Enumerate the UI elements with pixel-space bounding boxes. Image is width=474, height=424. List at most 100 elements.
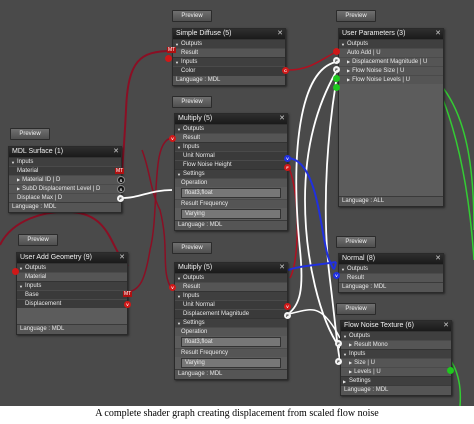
displacement-magnitude-output[interactable]: ▶ Displacement Magnitude | U — [339, 57, 443, 66]
expand-icon[interactable]: ▶ — [349, 342, 352, 347]
color-port[interactable]: C — [282, 67, 289, 74]
subd-level-port[interactable]: S — [117, 185, 125, 193]
expand-icon[interactable]: ▶ — [349, 369, 352, 374]
expand-icon[interactable]: ▶ — [347, 59, 350, 64]
outputs-section[interactable]: Outputs — [17, 263, 127, 273]
shader-graph-canvas[interactable]: Preview Preview Preview Preview Preview … — [0, 0, 474, 406]
inputs-section[interactable]: Inputs — [175, 291, 287, 301]
outputs-section[interactable]: Outputs — [339, 39, 443, 49]
displacement-input[interactable]: Displacement — [17, 299, 127, 308]
expand-icon[interactable]: ▶ — [347, 68, 350, 73]
auto-add-port[interactable] — [333, 48, 340, 55]
normal-node[interactable]: Normal (8) ✕ Outputs Result Language : MD… — [338, 253, 444, 293]
preview-button[interactable]: Preview — [172, 242, 212, 254]
expand-icon[interactable]: ▶ — [349, 360, 352, 365]
node-title[interactable]: MDL Surface (1) ✕ — [9, 147, 121, 157]
close-icon[interactable]: ✕ — [277, 29, 283, 39]
displacement-port[interactable]: V — [124, 301, 131, 308]
close-icon[interactable]: ✕ — [279, 263, 285, 273]
inputs-section[interactable]: Inputs — [175, 142, 287, 152]
material-output[interactable]: Material — [17, 272, 127, 281]
flow-noise-size-output[interactable]: ▶ Flow Noise Size | U — [339, 66, 443, 75]
flow-noise-levels-output[interactable]: ▶ Flow Noise Levels | U — [339, 75, 443, 84]
preview-button[interactable]: Preview — [172, 10, 212, 22]
unit-normal-port[interactable]: V — [284, 303, 291, 310]
operation-dropdown[interactable]: float3,float — [181, 188, 281, 198]
node-title[interactable]: User Parameters (3) ✕ — [339, 29, 443, 39]
size-port[interactable]: F — [335, 358, 342, 365]
preview-button[interactable]: Preview — [336, 303, 376, 315]
preview-button[interactable]: Preview — [336, 236, 376, 248]
node-title[interactable]: Simple Diffuse (5) ✕ — [173, 29, 285, 39]
unit-normal-input[interactable]: Unit Normal — [175, 300, 287, 309]
user-add-geometry-node[interactable]: User Add Geometry (9)✕ Outputs Material … — [16, 252, 128, 335]
base-input[interactable]: Base — [17, 290, 127, 299]
close-icon[interactable]: ✕ — [443, 321, 449, 331]
close-icon[interactable]: ✕ — [119, 253, 125, 263]
inputs-section[interactable]: Inputs — [9, 157, 121, 167]
node-title[interactable]: Normal (8) ✕ — [339, 254, 443, 264]
outputs-section[interactable]: Outputs — [175, 273, 287, 283]
result-frequency-dropdown[interactable]: Varying — [181, 358, 281, 368]
outputs-section[interactable]: Outputs — [341, 331, 451, 341]
expand-icon[interactable]: ▶ — [347, 77, 350, 82]
result-mono-output[interactable]: ▶ Result Mono — [341, 340, 451, 349]
auto-add-output[interactable]: Auto Add | U — [339, 48, 443, 57]
expand-icon[interactable]: ▶ — [17, 186, 20, 191]
node-title[interactable]: Multiply (5) ✕ — [175, 263, 287, 273]
multiply-node[interactable]: Multiply (5) ✕ Outputs Result Inputs Unit… — [174, 262, 288, 380]
simple-diffuse-node[interactable]: Simple Diffuse (5) ✕ Outputs Result Input… — [172, 28, 286, 86]
result-mono-port[interactable]: F — [335, 340, 342, 347]
inputs-section[interactable]: Inputs — [17, 281, 127, 291]
close-icon[interactable]: ✕ — [435, 29, 441, 39]
user-parameters-node[interactable]: User Parameters (3) ✕ Outputs Auto Add | … — [338, 28, 444, 207]
size-input[interactable]: ▶ Size | U — [341, 358, 451, 367]
node-title[interactable]: Flow Noise Texture (6) ✕ — [341, 321, 451, 331]
node-title[interactable]: User Add Geometry (9) ✕ — [17, 253, 127, 263]
result-port[interactable]: V — [169, 135, 176, 142]
inputs-section[interactable]: Inputs — [341, 349, 451, 359]
settings-section[interactable]: Settings — [175, 169, 287, 179]
unit-normal-input[interactable]: Unit Normal — [175, 151, 287, 160]
outputs-section[interactable]: Outputs — [173, 39, 285, 49]
color-input[interactable]: Color — [173, 66, 285, 75]
settings-section[interactable]: Settings — [341, 376, 451, 386]
displacement-magnitude-port[interactable]: F — [284, 312, 291, 319]
material-id-port[interactable]: S — [117, 176, 125, 184]
operation-dropdown[interactable]: float3,float — [181, 337, 281, 347]
result-output[interactable]: Result — [339, 273, 443, 282]
close-icon[interactable]: ✕ — [279, 114, 285, 124]
flow-noise-levels-out-port[interactable] — [333, 84, 340, 91]
multiply-node[interactable]: Multiply (5) ✕ Outputs Result Inputs Unit… — [174, 113, 288, 231]
subd-displacement-level-input[interactable]: ▶ SubD Displacement Level | D — [9, 184, 121, 193]
result-port[interactable]: V — [169, 284, 176, 291]
preview-button[interactable]: Preview — [18, 234, 58, 246]
base-port[interactable] — [12, 268, 19, 275]
settings-section[interactable]: Settings — [175, 318, 287, 328]
expand-icon[interactable]: ▶ — [17, 177, 20, 182]
normal-result-port[interactable]: V — [333, 272, 340, 279]
material-input[interactable]: Material — [9, 166, 121, 175]
inputs-section[interactable]: Inputs — [173, 57, 285, 67]
result-output[interactable]: Result — [175, 133, 287, 142]
flow-noise-texture-node[interactable]: Flow Noise Texture (6)✕ Outputs ▶Result … — [340, 320, 452, 396]
result-port[interactable] — [165, 55, 172, 62]
displacement-magnitude-input[interactable]: Displacement Magnitude — [175, 309, 287, 318]
displacement-magnitude-port[interactable]: F — [333, 57, 340, 64]
displace-max-port[interactable]: F — [117, 195, 124, 202]
levels-port[interactable] — [447, 367, 454, 374]
result-output[interactable]: Result — [175, 282, 287, 291]
material-id-input[interactable]: ▶ Material ID | D — [9, 175, 121, 184]
preview-button[interactable]: Preview — [10, 128, 50, 140]
mdl-surface-node[interactable]: MDL Surface (1) ✕ Inputs Material ▶Materi… — [8, 146, 122, 213]
outputs-section[interactable]: Outputs — [175, 124, 287, 134]
levels-input[interactable]: ▶ Levels | U — [341, 367, 451, 376]
flow-noise-size-port[interactable]: F — [333, 66, 340, 73]
preview-button[interactable]: Preview — [172, 96, 212, 108]
flow-noise-height-input[interactable]: Flow Noise Height — [175, 160, 287, 169]
node-title[interactable]: Multiply (5) ✕ — [175, 114, 287, 124]
result-output[interactable]: Result — [173, 48, 285, 57]
flow-noise-height-port[interactable]: F — [284, 164, 291, 171]
displace-max-input[interactable]: Displace Max | D — [9, 193, 121, 202]
outputs-section[interactable]: Outputs — [339, 264, 443, 274]
